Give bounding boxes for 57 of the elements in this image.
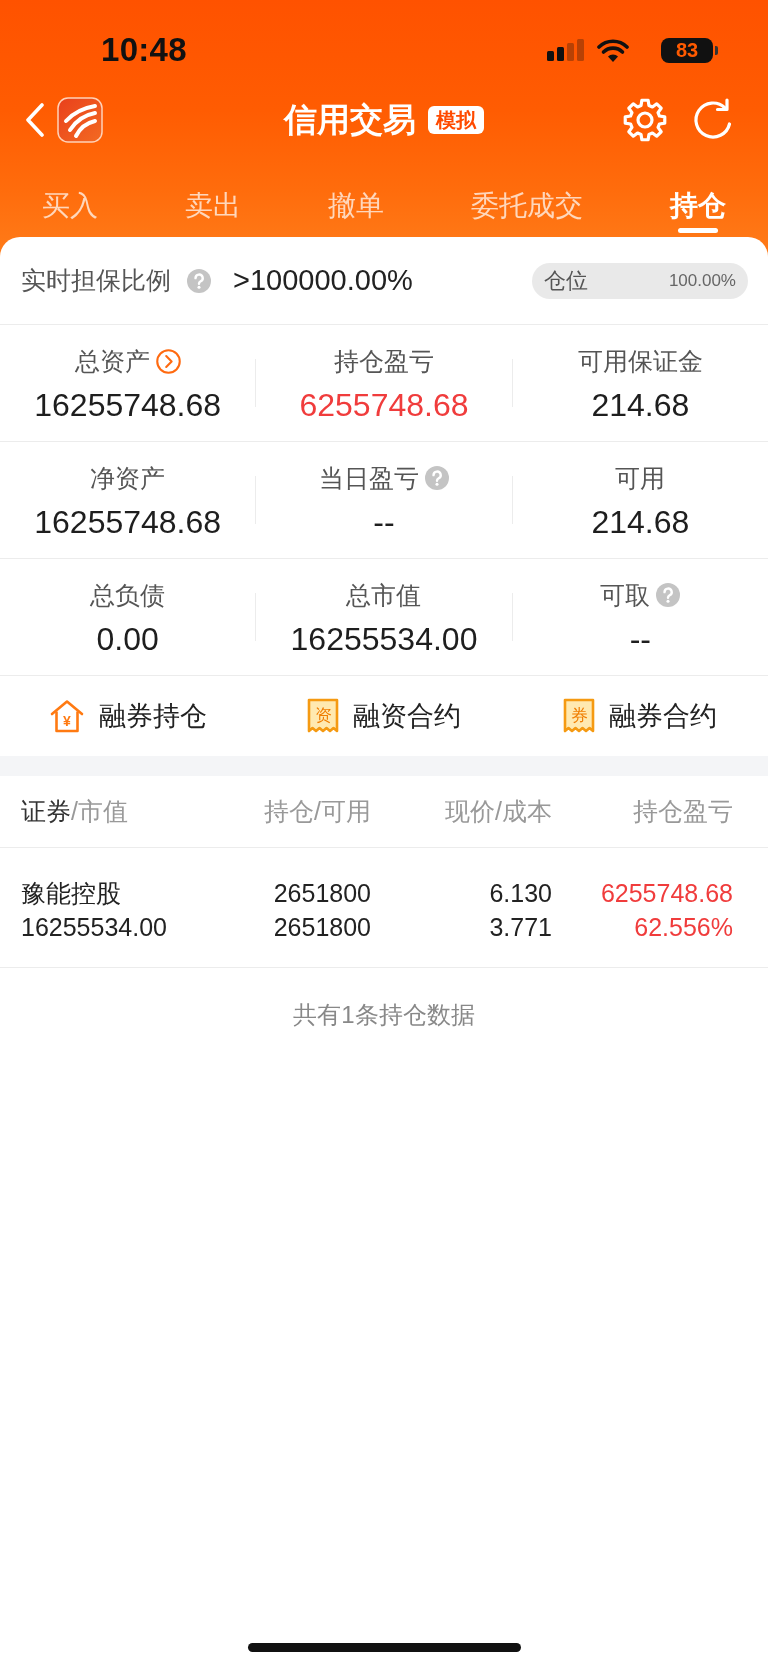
settings-icon[interactable] (622, 97, 668, 143)
tab[interactable]: 委托成交 (471, 148, 583, 237)
status-time: 10:48 (101, 31, 187, 69)
shortcut-button[interactable]: 资 融资合约 (256, 676, 512, 756)
stat-value: 0.00 (96, 620, 159, 658)
stat-label: 总市值 (346, 580, 422, 611)
tab[interactable]: 买入 (42, 148, 98, 237)
signal-icon (547, 39, 585, 61)
stat-value: 214.68 (591, 386, 690, 424)
column-header: 证券/市值 (21, 796, 129, 827)
tab[interactable]: 卖出 (185, 148, 241, 237)
stat-value: -- (373, 503, 395, 541)
stat-label: 持仓盈亏 (334, 346, 434, 377)
available-quantity: 2651800 (273, 912, 371, 943)
wifi-icon (597, 38, 629, 62)
profit-loss-amount: 6255748.68 (600, 878, 733, 909)
tab[interactable]: 撤单 (328, 148, 384, 237)
stat-label: 可用保证金 (577, 346, 703, 377)
help-icon[interactable] (656, 583, 681, 607)
market-value: 16255534.00 (21, 912, 167, 943)
column-header: 持仓/可用 (263, 796, 371, 827)
simulation-badge: 模拟 (428, 106, 484, 134)
column-header: 持仓盈亏 (632, 796, 733, 827)
cost-price: 3.771 (489, 912, 552, 943)
stat-label: 可取 (600, 580, 651, 611)
arrow-circle-icon[interactable] (155, 348, 181, 374)
stock-name: 豫能控股 (21, 878, 121, 909)
ticket-icon: 券 (563, 698, 595, 734)
stat-label: 当日盈亏 (319, 463, 419, 494)
stat-label: 总资产 (74, 346, 150, 377)
help-icon[interactable] (187, 268, 211, 293)
profit-loss-ratio: 62.556% (634, 912, 733, 943)
stat-value: -- (629, 620, 651, 658)
collateral-ratio-value: >100000.00% (233, 264, 413, 297)
stat-label: 可用 (615, 463, 666, 494)
stat-value: 16255748.68 (34, 503, 222, 541)
logo-icon (57, 97, 103, 143)
position-value: 100.00% (668, 270, 736, 291)
position-quantity: 2651800 (273, 878, 371, 909)
collateral-ratio-label: 实时担保比例 (21, 265, 171, 296)
page-title: 信用交易 (284, 99, 416, 140)
position-label: 仓位 (544, 266, 588, 295)
column-header: 现价/成本 (444, 796, 552, 827)
ticket-icon: 资 (307, 698, 339, 734)
help-icon[interactable] (425, 466, 449, 490)
stat-label: 总负债 (90, 580, 166, 611)
stat-value: 16255534.00 (290, 620, 478, 658)
holdings-count-text: 共有1条持仓数据 (293, 1001, 475, 1028)
current-price: 6.130 (489, 878, 552, 909)
back-icon[interactable] (25, 103, 45, 137)
stat-label: 净资产 (90, 463, 166, 494)
stat-value: 16255748.68 (34, 386, 222, 424)
stat-value: 214.68 (591, 503, 690, 541)
shortcut-button[interactable]: 券 融券合约 (512, 676, 768, 756)
tab[interactable]: 持仓 (670, 148, 726, 237)
shortcut-button[interactable]: ¥ 融券持仓 (0, 676, 256, 756)
stat-value: 6255748.68 (299, 386, 469, 424)
